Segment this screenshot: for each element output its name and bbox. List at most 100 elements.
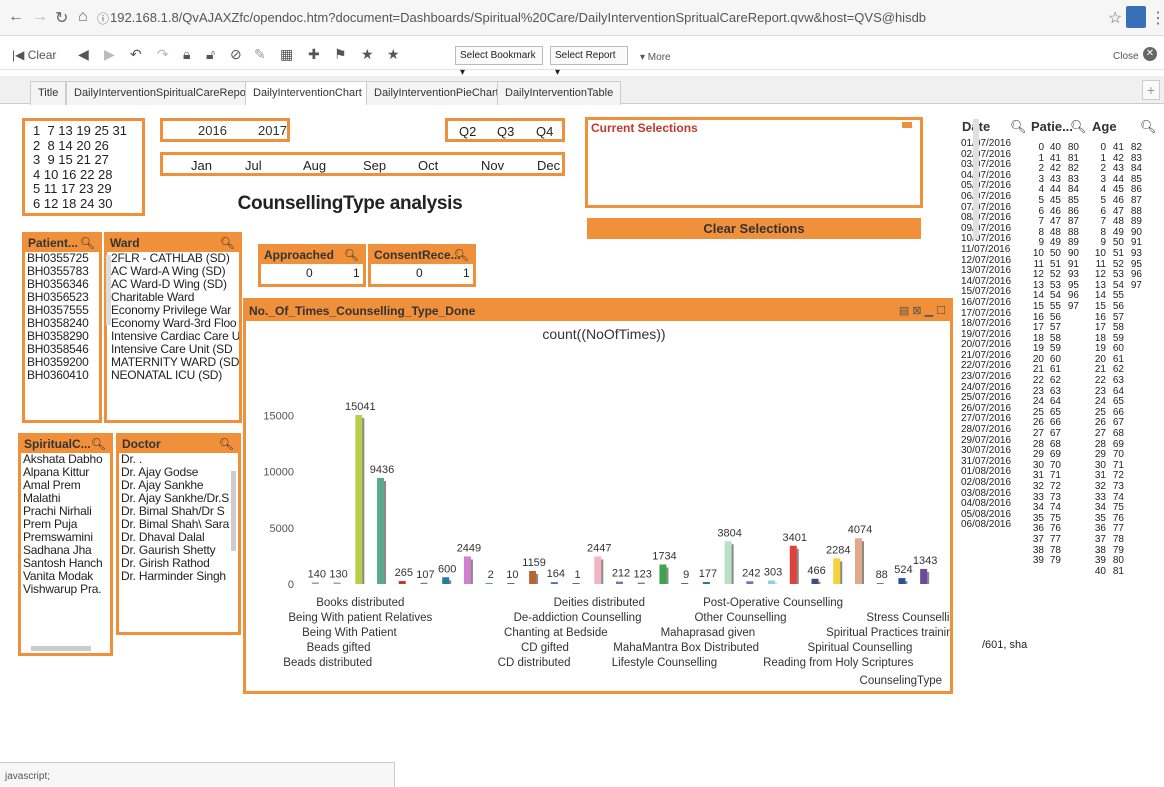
search-icon[interactable]: 🔍︎ xyxy=(220,235,235,252)
patient-item[interactable]: BH0358240 xyxy=(25,317,99,330)
doctor-item[interactable]: Dr. Dhaval Dalal xyxy=(119,531,238,544)
day-row[interactable]: 5 11 17 23 29 xyxy=(33,182,142,197)
date-item[interactable]: 02/08/2016 xyxy=(961,477,1030,489)
quarter-listbox[interactable]: Q2 Q3 Q4 xyxy=(445,118,565,142)
number-item[interactable]: 37 xyxy=(1092,534,1106,546)
number-item[interactable]: 39 xyxy=(1030,556,1044,567)
patient-item[interactable]: BH0356523 xyxy=(25,291,99,304)
spiritual-item[interactable]: Alpana Kittur xyxy=(21,466,110,479)
number-item[interactable]: 73 xyxy=(1110,481,1124,493)
number-item[interactable]: 87 xyxy=(1128,195,1142,207)
quarter-q2[interactable]: Q2 xyxy=(459,124,476,139)
chart-icon[interactable]: ▦ xyxy=(280,46,293,63)
day-row[interactable]: 4 10 16 22 28 xyxy=(33,167,142,183)
doctor-listbox[interactable]: Doctor 🔍︎ Dr. . Dr. Ajay Godse Dr. Ajay San… xyxy=(116,433,241,635)
month-listbox[interactable]: Jan Jul Aug Sep Oct Nov Dec xyxy=(160,152,565,176)
number-item[interactable]: 41 xyxy=(1110,142,1124,154)
number-item[interactable]: 0 xyxy=(1092,142,1106,154)
number-item[interactable]: 10 xyxy=(1030,248,1044,260)
consent-listbox[interactable]: ConsentRece... 🔍︎ 0 1 xyxy=(368,244,476,287)
patient-item[interactable]: BH0356346 xyxy=(25,278,99,291)
tab-pie-chart[interactable]: DailyInterventionPieChart xyxy=(366,81,507,105)
ward-item[interactable]: Intensive Care Unit (SD xyxy=(109,343,239,356)
number-item[interactable]: 5 xyxy=(1030,195,1044,207)
select-bookmark-dropdown[interactable]: Select Bookmark ▾ xyxy=(455,46,543,78)
scrollbar[interactable] xyxy=(106,255,111,325)
year-2017[interactable]: 2017 xyxy=(258,123,287,138)
number-item[interactable]: 32 xyxy=(1092,481,1106,493)
ward-item[interactable]: NEONATAL ICU (SD) xyxy=(109,369,239,382)
ward-item[interactable]: Economy Ward-3rd Floo xyxy=(109,317,239,330)
doctor-item[interactable]: Dr. . xyxy=(119,453,238,466)
day-row[interactable]: 3 9 15 21 27 xyxy=(33,153,142,168)
quarter-q4[interactable]: Q4 xyxy=(536,124,553,139)
doctor-item[interactable]: Dr. Gaurish Shetty xyxy=(119,544,238,557)
menu-icon[interactable]: ⋮ xyxy=(1150,8,1164,28)
number-item[interactable]: 80 xyxy=(1065,142,1079,154)
number-item[interactable]: 97 xyxy=(1065,301,1079,313)
forward-icon[interactable]: → xyxy=(32,8,48,26)
date-item[interactable]: 16/07/2016 xyxy=(961,297,1030,309)
number-item[interactable]: 40 xyxy=(1092,566,1106,578)
date-item[interactable]: 06/08/2016 xyxy=(961,520,1030,531)
patient-item[interactable]: BH0359200 xyxy=(25,356,99,369)
spiritual-item[interactable]: Malathi xyxy=(21,492,110,505)
quarter-q3[interactable]: Q3 xyxy=(497,124,514,139)
year-listbox[interactable]: 2016 2017 xyxy=(160,118,290,142)
number-item[interactable]: 40 xyxy=(1047,142,1061,154)
number-item[interactable]: 37 xyxy=(1030,534,1044,546)
spiritual-item[interactable]: Vishwarup Pra. xyxy=(21,583,110,596)
spiritual-item[interactable]: Premswamini xyxy=(21,531,110,544)
search-icon[interactable]: 🔍︎ xyxy=(1140,115,1157,139)
repository-icon[interactable]: ⚑ xyxy=(334,46,347,63)
date-listbox[interactable]: Date🔍︎ 01/07/201602/07/201603/07/201604/… xyxy=(955,115,1030,655)
reload-icon[interactable]: ↻ xyxy=(55,8,68,28)
number-item[interactable]: 45 xyxy=(1047,195,1061,207)
tab-title[interactable]: Title xyxy=(30,81,67,105)
month-item[interactable]: Sep xyxy=(363,158,386,173)
undo-icon[interactable]: ↶ xyxy=(130,46,142,63)
spiritual-item[interactable]: Prachi Nirhali xyxy=(21,505,110,518)
approached-1[interactable]: 1 xyxy=(353,267,360,280)
ward-listbox[interactable]: Ward 🔍︎ 2FLR - CATHLAB (SD) AC Ward-A Wing… xyxy=(104,232,242,423)
month-item[interactable]: Jul xyxy=(245,158,262,173)
scrollbar[interactable] xyxy=(31,646,91,651)
ward-item[interactable]: MATERNITY WARD (SD xyxy=(109,356,239,369)
number-item[interactable]: 51 xyxy=(1110,248,1124,260)
redo-icon[interactable]: ↷ xyxy=(157,46,169,63)
spiritual-item[interactable]: Santosh Hanch xyxy=(21,557,110,570)
number-item[interactable]: 90 xyxy=(1065,248,1079,260)
more-menu[interactable]: ▾ More xyxy=(640,52,671,63)
clear-all-icon[interactable]: ⊘ xyxy=(230,46,242,63)
patient-item[interactable]: BH0358546 xyxy=(25,343,99,356)
month-item[interactable]: Aug xyxy=(303,158,326,173)
number-item[interactable]: 55 xyxy=(1047,301,1061,313)
number-item[interactable]: 46 xyxy=(1110,195,1124,207)
bookmark-add-icon[interactable]: ★ xyxy=(361,46,374,63)
search-icon[interactable]: 🔍︎ xyxy=(91,436,106,453)
spiritual-item[interactable]: Akshata Dabho xyxy=(21,453,110,466)
search-icon[interactable]: 🔍︎ xyxy=(1070,115,1087,139)
back-icon[interactable]: ← xyxy=(8,8,24,26)
star-icon[interactable]: ☆ xyxy=(1108,8,1122,28)
address-bar[interactable]: 192.168.1.8/QvAJAXZfc/opendoc.htm?docume… xyxy=(110,6,1100,30)
date-item[interactable]: 06/07/2016 xyxy=(961,191,1030,203)
number-item[interactable]: 78 xyxy=(1110,534,1124,546)
add-sheet-icon[interactable]: + xyxy=(1142,80,1160,100)
search-icon[interactable]: 🔍︎ xyxy=(344,247,359,264)
number-item[interactable]: 50 xyxy=(1047,248,1061,260)
extension-icon[interactable] xyxy=(1126,6,1146,28)
number-item[interactable]: 77 xyxy=(1047,534,1061,546)
doctor-item[interactable]: Dr. Girish Rathod xyxy=(119,557,238,570)
month-item[interactable]: Dec xyxy=(537,158,560,173)
date-item[interactable]: 01/07/2016 xyxy=(961,138,1030,150)
clear-selections-button[interactable]: Clear Selections xyxy=(587,218,921,239)
age-listbox[interactable]: Age 🔍︎ 0 1 2 3 4 5 6 7 8 9 10 11 12 13 14 15 16 17 18 19 20 21… xyxy=(1090,115,1160,655)
patient-item[interactable]: BH0360410 xyxy=(25,369,99,382)
search-icon[interactable]: 🔍︎ xyxy=(80,235,95,252)
number-item[interactable]: 56 xyxy=(1110,301,1124,313)
doctor-item[interactable]: Dr. Bimal Shah\ Sara xyxy=(119,518,238,531)
ward-item[interactable]: 2FLR - CATHLAB (SD) xyxy=(109,252,239,265)
search-icon[interactable]: 🔍︎ xyxy=(1010,115,1027,139)
bookmark-icon[interactable]: ★ xyxy=(387,46,400,63)
